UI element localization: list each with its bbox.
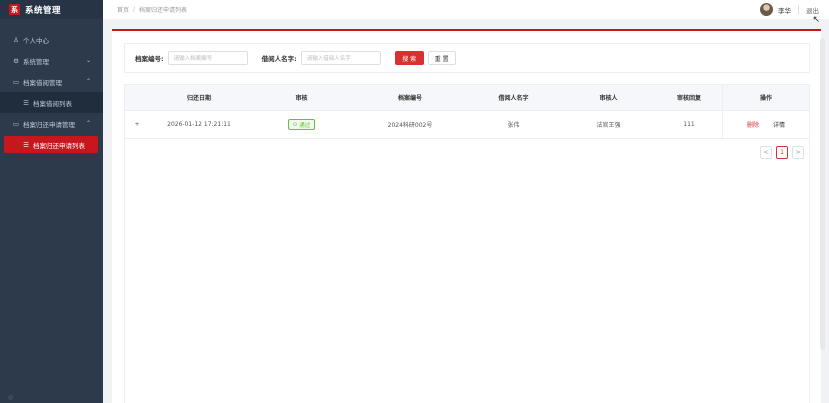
- cell-audit: ⊙ 通过: [249, 119, 354, 130]
- table-header: 归还日期 审核 档案编号 借阅人名字 审核人 审核回复 操作: [125, 85, 809, 111]
- breadcrumb-separator: /: [133, 6, 136, 13]
- breadcrumb: 首页 / 档案归还申请列表: [117, 5, 187, 14]
- pagination: < 1 >: [756, 146, 804, 159]
- check-circle-icon: ⊙: [292, 121, 298, 128]
- logout-button[interactable]: 退出: [806, 5, 819, 15]
- sidebar-item-profile[interactable]: ♙ 个人中心: [0, 29, 103, 50]
- sidebar-item-label: 系统管理: [23, 57, 49, 66]
- brand-title: 系统管理: [25, 5, 62, 16]
- status-badge: ⊙ 通过: [287, 119, 316, 130]
- cell-return-date: 2026-01-12 17:21:11: [167, 121, 231, 128]
- topbar: 首页 / 档案归还申请列表 李华 退出: [103, 0, 829, 19]
- list-icon: ☰: [23, 140, 29, 149]
- archive-no-input[interactable]: 请输入档案编号: [167, 51, 248, 65]
- archive-no-label: 档案编号:: [135, 55, 164, 63]
- sidebar-item-return-mgmt[interactable]: ▭ 档案归还申请管理 ⌃: [0, 113, 103, 134]
- breadcrumb-current: 档案归还申请列表: [139, 7, 188, 14]
- chevron-up-icon: ⌃: [85, 120, 91, 127]
- main-card: 档案编号: 请输入档案编号 借阅人名字: 请输入借阅人名字 搜 索 重 置 归还…: [112, 29, 821, 403]
- cell-borrower: 张伟: [507, 122, 520, 129]
- gear-icon: ⚙: [13, 56, 19, 65]
- sidebar-footer-icon: ◎: [8, 394, 14, 401]
- sidebar-item-borrow-list[interactable]: ☰ 档案借阅列表: [0, 92, 103, 113]
- list-icon: ☰: [23, 98, 29, 107]
- sidebar-item-label: 档案归还申请列表: [33, 141, 85, 150]
- sidebar: 系 系统管理 ♙ 个人中心 ⚙ 系统管理 ⌄ ▭ 档案借阅管理 ⌃ ☰ 档案借阅…: [0, 0, 103, 403]
- username: 李华: [778, 6, 791, 15]
- next-page-button[interactable]: >: [792, 146, 804, 159]
- header-audit: 审核: [295, 95, 308, 102]
- sidebar-item-label: 档案归还申请管理: [23, 120, 75, 129]
- data-table: 归还日期 审核 档案编号 借阅人名字 审核人 审核回复 操作 + 2026-01…: [124, 84, 810, 403]
- cell-operations: 删除 详情: [722, 111, 809, 138]
- sidebar-item-label: 档案借阅列表: [33, 99, 72, 108]
- chevron-down-icon: ⌄: [85, 57, 91, 64]
- search-form: 档案编号: 请输入档案编号 借阅人名字: 请输入借阅人名字 搜 索 重 置: [124, 43, 810, 73]
- table-row: + 2026-01-12 17:21:11 ⊙ 通过 2024科研002号 张伟…: [125, 111, 809, 139]
- header-reply: 审核回复: [676, 95, 701, 102]
- folder-icon: ▭: [12, 119, 20, 128]
- sidebar-item-label: 档案借阅管理: [23, 78, 62, 87]
- scrollbar[interactable]: [820, 38, 825, 350]
- sidebar-nav: ♙ 个人中心 ⚙ 系统管理 ⌄ ▭ 档案借阅管理 ⌃ ☰ 档案借阅列表 ▭ 档案…: [0, 29, 103, 153]
- sidebar-item-label: 个人中心: [23, 36, 49, 45]
- avatar[interactable]: [760, 3, 773, 16]
- sidebar-item-return-list[interactable]: ☰ 档案归还申请列表: [4, 136, 98, 153]
- status-badge-label: 通过: [299, 122, 311, 129]
- cell-archive-no: 2024科研002号: [387, 122, 433, 129]
- header-return-date: 归还日期: [186, 95, 211, 102]
- chevron-up-icon: ⌃: [85, 78, 91, 85]
- header-operations: 操作: [722, 85, 809, 110]
- mouse-cursor-icon: ↖: [812, 15, 820, 25]
- expand-toggle[interactable]: +: [125, 121, 149, 128]
- breadcrumb-home[interactable]: 首页: [117, 5, 129, 14]
- cell-auditor: 法官王强: [596, 122, 621, 129]
- prev-page-button[interactable]: <: [760, 146, 772, 159]
- header-auditor: 审核人: [599, 95, 618, 102]
- folder-icon: ▭: [12, 77, 20, 86]
- divider: [798, 5, 799, 14]
- header-borrower: 借阅人名字: [498, 95, 529, 102]
- detail-button[interactable]: 详情: [773, 120, 785, 129]
- sidebar-item-system[interactable]: ⚙ 系统管理 ⌄: [0, 50, 103, 71]
- brand-logo: 系: [9, 4, 20, 15]
- search-button[interactable]: 搜 索: [394, 51, 424, 65]
- borrower-label: 借阅人名字:: [261, 55, 297, 63]
- user-icon: ♙: [13, 35, 19, 44]
- sidebar-item-borrow-mgmt[interactable]: ▭ 档案借阅管理 ⌃: [0, 71, 103, 92]
- reset-button[interactable]: 重 置: [427, 51, 456, 65]
- borrower-input[interactable]: 请输入借阅人名字: [300, 51, 381, 65]
- page-button-current[interactable]: 1: [776, 146, 788, 159]
- user-area: 李华 退出: [760, 0, 819, 19]
- header-archive-no: 档案编号: [397, 95, 422, 102]
- brand: 系 系统管理: [0, 0, 103, 19]
- delete-button[interactable]: 删除: [747, 120, 759, 129]
- cell-reply: 111: [683, 121, 695, 128]
